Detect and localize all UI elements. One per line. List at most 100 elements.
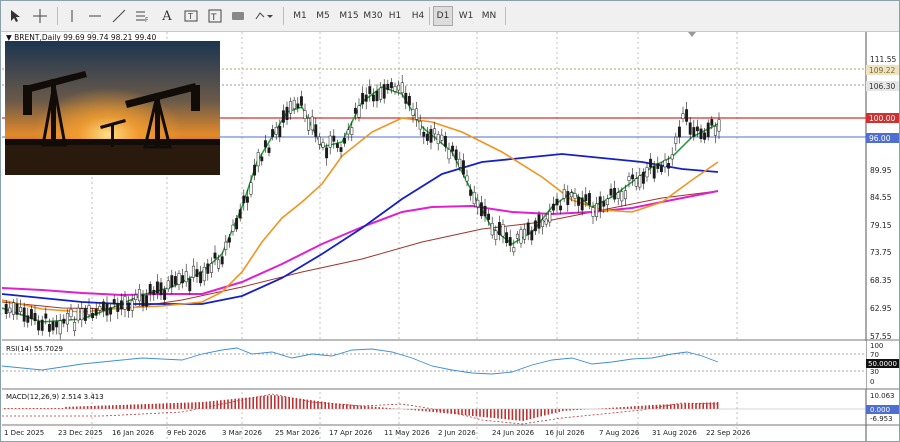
macd-bar [90, 405, 92, 409]
candle-body [379, 87, 383, 100]
price-tick: 73.75 [870, 248, 892, 257]
macd-bar [706, 402, 708, 409]
macd-bar [104, 405, 107, 409]
label-tool-icon[interactable]: T [207, 6, 223, 26]
macd-bar [119, 404, 121, 409]
crosshair-icon[interactable] [31, 6, 49, 26]
candle-body [353, 107, 357, 114]
candle-body [627, 176, 631, 181]
tf-m5-button[interactable]: M5 [313, 6, 333, 26]
macd-bar [371, 406, 373, 409]
candle-body [634, 178, 638, 187]
macd-bar [677, 403, 679, 409]
macd-bar [695, 403, 697, 409]
macd-bar [551, 409, 553, 414]
text-tool-icon[interactable]: A [159, 6, 175, 26]
cursor-tool-icon[interactable] [7, 6, 23, 26]
candle-body [433, 128, 437, 135]
candle-body [530, 230, 534, 241]
tf-m30-button[interactable]: M30 [361, 6, 385, 26]
macd-bar [518, 409, 521, 421]
horizontal-line-icon[interactable] [87, 6, 103, 26]
macd-bar [122, 404, 125, 409]
tf-mn-button[interactable]: MN [479, 6, 499, 26]
rectangle-icon[interactable] [229, 6, 247, 26]
macd-bar [86, 406, 89, 409]
candle-body [256, 152, 260, 167]
candle-body [670, 154, 674, 160]
price-tick: 68.35 [870, 276, 892, 285]
candle-body [8, 307, 12, 314]
candle-body [688, 122, 692, 135]
text-label-icon[interactable]: T [183, 6, 199, 26]
macd-bar [126, 404, 128, 409]
candle-body [386, 83, 390, 90]
candle-body [314, 124, 318, 137]
rsi-label: RSI(14) 55.7029 [6, 345, 63, 353]
candle-body [91, 312, 95, 318]
macd-bar [479, 409, 481, 417]
macd-bar [702, 402, 704, 409]
candle-body [656, 163, 660, 169]
candle-body [4, 303, 8, 314]
trendline-icon[interactable] [111, 6, 127, 26]
candle-body [422, 131, 426, 137]
macd-bar [115, 405, 118, 409]
candle-body [155, 281, 159, 294]
candle-body [267, 147, 271, 153]
candle-body [641, 171, 645, 184]
macd-bar [151, 403, 154, 409]
macd-bar [205, 401, 208, 409]
svg-text:T: T [210, 13, 217, 23]
candle-body [80, 308, 84, 321]
candle-body [307, 118, 311, 131]
candle-body [76, 307, 80, 321]
candle-body [649, 158, 653, 168]
candle-body [389, 82, 393, 89]
macd-bar [439, 409, 442, 413]
macd-bar [468, 409, 470, 416]
vertical-line-icon[interactable] [65, 6, 79, 26]
candle-body [451, 145, 455, 152]
macd-bar [295, 398, 298, 409]
candle-body [199, 271, 203, 284]
candle-body [350, 127, 354, 135]
shapes-dropdown-icon[interactable] [253, 6, 275, 26]
fibonacci-icon[interactable]: F [135, 6, 151, 26]
candle-body [166, 280, 170, 290]
candle-body [274, 126, 278, 135]
tf-h4-button[interactable]: H4 [409, 6, 427, 26]
candle-body [674, 136, 678, 144]
candle-body [303, 110, 307, 120]
candle-body [400, 82, 404, 94]
macd-bar [475, 409, 478, 417]
candle-body [605, 198, 609, 205]
candle-body [440, 134, 444, 141]
candle-body [159, 282, 163, 296]
candle-body [94, 308, 98, 316]
toolbar-divider [283, 7, 284, 25]
candle-body [83, 308, 87, 321]
tf-d1-button[interactable]: D1 [433, 6, 453, 26]
candle-body [335, 143, 339, 148]
candle-body [483, 205, 487, 217]
candle-body [289, 101, 293, 114]
tf-m1-button[interactable]: M1 [291, 6, 309, 26]
macd-bar [547, 409, 550, 415]
candle-body [292, 99, 296, 109]
candle-body [508, 237, 512, 246]
macd-bar [544, 409, 546, 416]
tf-h1-button[interactable]: H1 [387, 6, 403, 26]
macd-bar [454, 409, 456, 415]
candle-body [357, 105, 361, 118]
macd-value-tag: 0.000 [870, 406, 890, 414]
candle-body [260, 156, 264, 162]
tf-w1-button[interactable]: W1 [457, 6, 475, 26]
macd-bar [526, 409, 528, 420]
price-tick: 79.15 [870, 221, 892, 230]
macd-bar [623, 406, 625, 409]
candle-body [371, 94, 375, 102]
candle-body [29, 309, 33, 320]
tf-m15-button[interactable]: M15 [337, 6, 361, 26]
candle-body [559, 205, 563, 211]
